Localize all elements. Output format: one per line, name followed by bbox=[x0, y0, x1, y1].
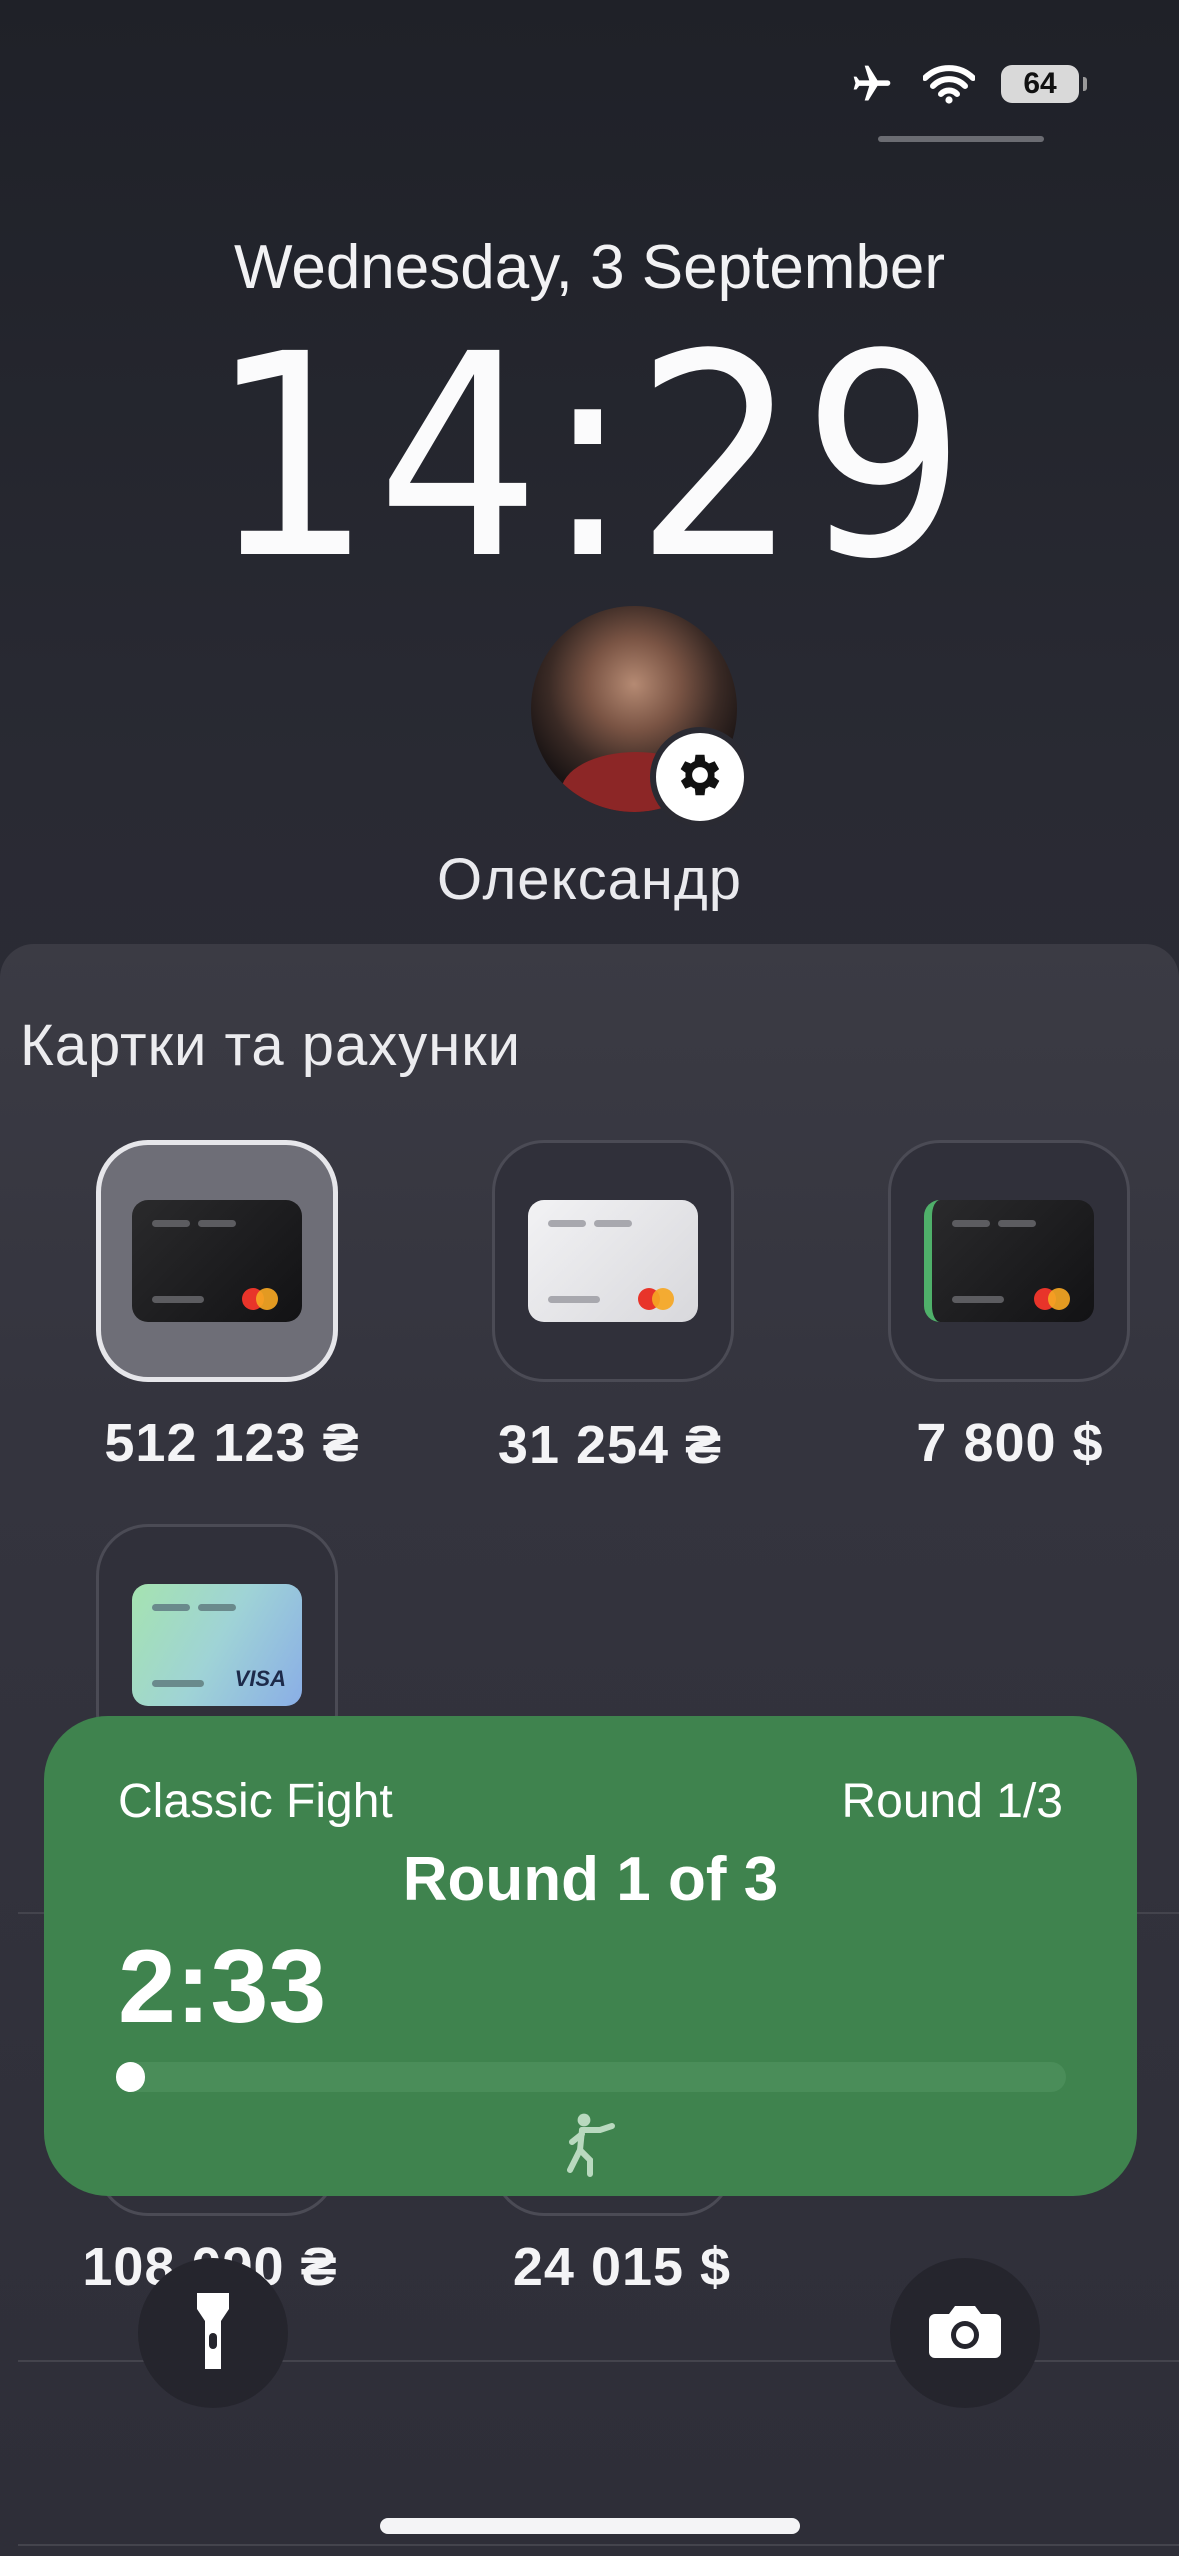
user-name: Олександр bbox=[437, 847, 742, 912]
round-progress-track bbox=[116, 2062, 1066, 2092]
camera-button[interactable] bbox=[890, 2258, 1040, 2408]
battery-level: 64 bbox=[1023, 67, 1057, 100]
visa-logo: VISA bbox=[234, 1666, 286, 1691]
fight-timer-live-activity[interactable]: Classic Fight Round 1/3 Round 1 of 3 2:3… bbox=[44, 1716, 1137, 2196]
mastercard-logo-icon bbox=[638, 1288, 678, 1310]
camera-icon bbox=[927, 2302, 1003, 2365]
round-title: Round 1 of 3 bbox=[402, 1845, 779, 1914]
gear-icon bbox=[673, 748, 727, 807]
card-black-mastercard bbox=[132, 1200, 302, 1322]
card-tile-2[interactable] bbox=[492, 1140, 734, 1382]
home-indicator[interactable] bbox=[380, 2518, 800, 2534]
card-amount-6: 24 015 $ bbox=[512, 2237, 732, 2297]
round-short-label: Round 1/3 bbox=[841, 1775, 1063, 1828]
settings-gear-button[interactable] bbox=[650, 727, 750, 827]
card-tile-1[interactable] bbox=[96, 1140, 338, 1382]
card-black-green-mastercard bbox=[924, 1200, 1094, 1322]
cards-section-title: Картки та рахунки bbox=[20, 1013, 522, 1078]
fight-mode-label: Classic Fight bbox=[118, 1775, 393, 1828]
mastercard-logo-icon bbox=[242, 1288, 282, 1310]
card-amount-3: 7 800 $ bbox=[916, 1413, 1104, 1473]
airplane-icon bbox=[847, 62, 897, 106]
lock-time: 14:29 bbox=[209, 295, 970, 621]
wifi-icon bbox=[923, 64, 975, 104]
card-tile-3[interactable] bbox=[888, 1140, 1130, 1382]
round-timer: 2:33 bbox=[118, 1929, 327, 2045]
card-amount-2: 31 254 ₴ bbox=[497, 1415, 723, 1475]
card-visa-gradient: VISA bbox=[132, 1584, 302, 1706]
card-amount-1: 512 123 ₴ bbox=[104, 1413, 360, 1473]
card-white-mastercard bbox=[528, 1200, 698, 1322]
boxer-icon bbox=[558, 2112, 618, 2183]
flashlight-button[interactable] bbox=[138, 2258, 288, 2408]
mastercard-logo-icon bbox=[1034, 1288, 1074, 1310]
flashlight-icon bbox=[193, 2289, 233, 2378]
status-bar-divider bbox=[878, 136, 1044, 142]
lock-date: Wednesday, 3 September bbox=[233, 233, 946, 302]
status-bar: 64 bbox=[847, 62, 1087, 106]
sheet-divider-3 bbox=[18, 2544, 1179, 2546]
battery-icon: 64 bbox=[1001, 65, 1087, 103]
round-progress-fill bbox=[116, 2062, 145, 2092]
